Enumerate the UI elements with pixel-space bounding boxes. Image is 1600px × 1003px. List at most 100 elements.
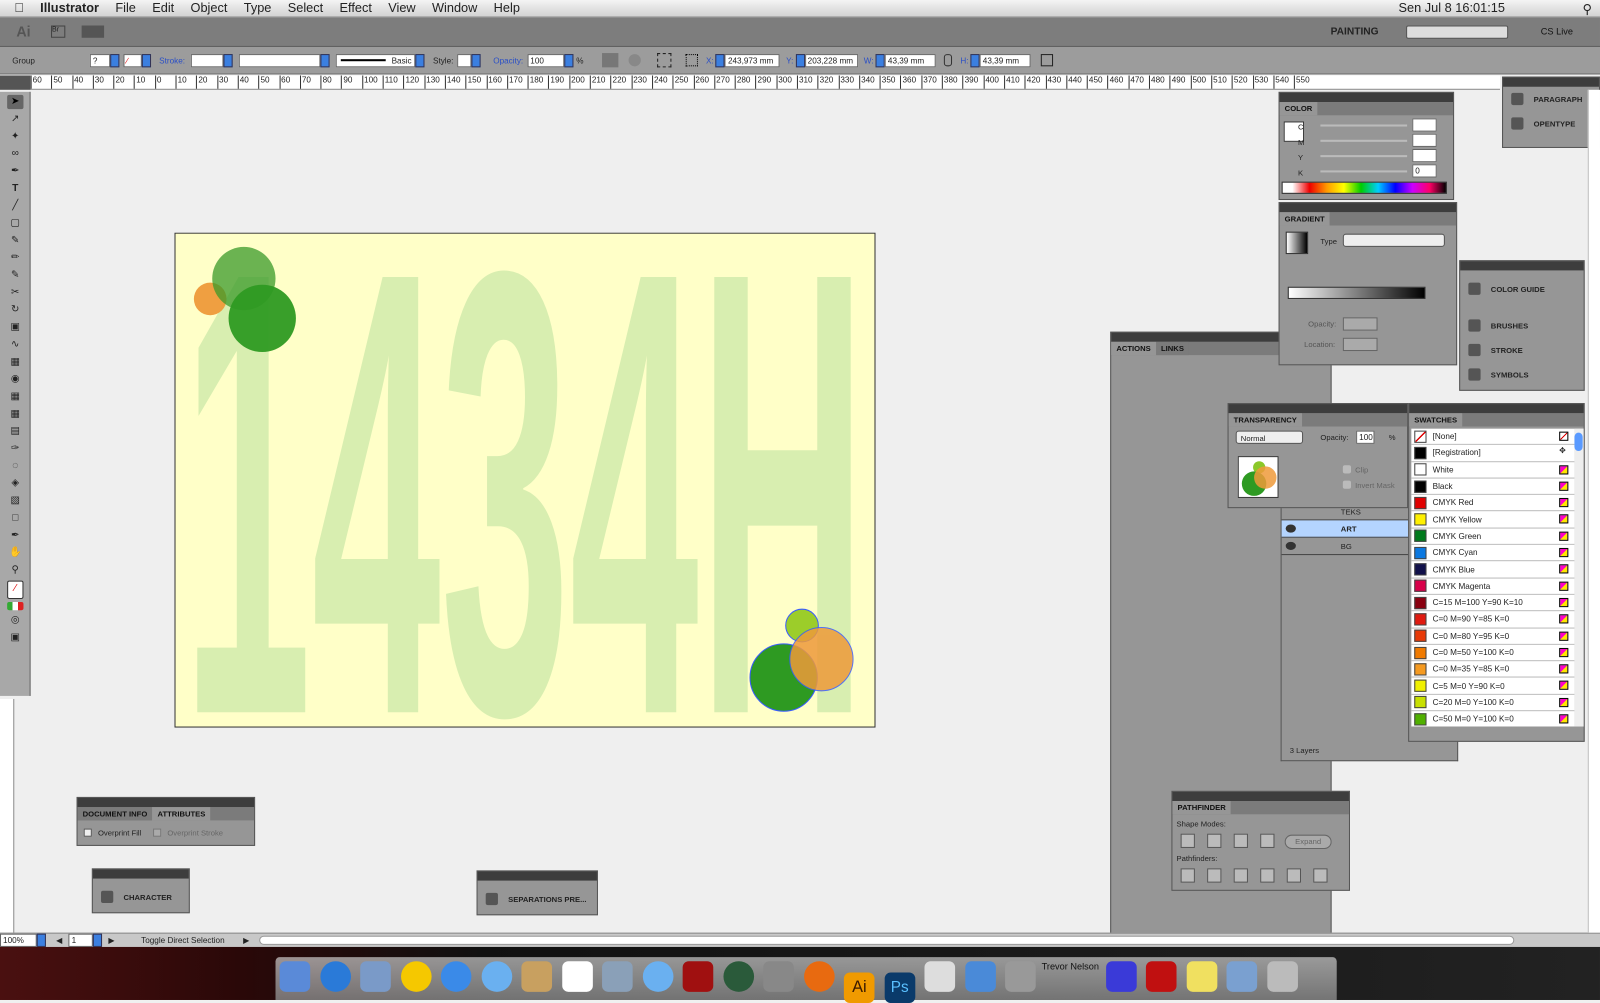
swatch-row[interactable]: CMYK Blue [1411, 561, 1575, 579]
eyedropper-tool[interactable]: ✑ [7, 442, 23, 456]
trash-icon[interactable] [1266, 961, 1298, 992]
outline-button[interactable] [1286, 868, 1302, 883]
direct-selection-tool[interactable]: ↗ [7, 112, 23, 126]
swatch-row[interactable]: C=0 M=50 Y=100 K=0 [1411, 644, 1575, 662]
artboard-nav-prev[interactable]: ◀ [56, 936, 62, 945]
time-machine-icon[interactable] [723, 961, 754, 992]
iphoto-icon[interactable] [602, 961, 633, 992]
paintbrush-tool[interactable]: ✎ [7, 234, 23, 248]
clip-checkbox[interactable] [1342, 465, 1352, 474]
draw-mode-icon[interactable]: ◎ [7, 613, 23, 627]
swatch-row[interactable]: CMYK Green [1411, 528, 1575, 545]
menu-edit[interactable]: Edit [144, 1, 182, 15]
finder-icon[interactable] [279, 961, 311, 992]
scissors-tool[interactable]: ✂ [7, 286, 23, 300]
attributes-tab[interactable]: ATTRIBUTES [152, 807, 211, 821]
swatch-row[interactable]: C=0 M=90 Y=85 K=0 [1411, 611, 1575, 629]
align-icon[interactable] [656, 53, 672, 68]
artboard-number[interactable]: 1 [68, 933, 94, 947]
ichat-icon[interactable] [481, 961, 512, 992]
color-tab[interactable]: COLOR [1279, 102, 1318, 116]
swatches-scrollbar[interactable] [1574, 428, 1584, 727]
y-slider[interactable] [1320, 155, 1408, 158]
m-slider[interactable] [1320, 139, 1408, 142]
menu-effect[interactable]: Effect [331, 1, 380, 15]
horizontal-ruler[interactable]: 60 50 40 30 20 10 0 10 20 30 40 50 60 70 80 90 100 110 120… [30, 75, 1500, 90]
warp-tool[interactable]: ∿ [7, 338, 23, 352]
x-field[interactable]: 243,973 mm [724, 53, 780, 67]
h-field[interactable]: 43,39 mm [979, 53, 1031, 67]
merge-button[interactable] [1233, 868, 1248, 883]
magic-wand-tool[interactable]: ✦ [7, 130, 23, 144]
links-tab[interactable]: LINKS [1155, 341, 1190, 356]
photoshop-icon[interactable]: Ps [884, 972, 916, 1003]
paragraph-panel-button[interactable]: PARAGRAPH [1503, 87, 1599, 111]
swatch-row[interactable]: CMYK Cyan [1411, 544, 1575, 562]
swatch-row[interactable]: CMYK Red [1411, 495, 1575, 512]
artboard-tool[interactable]: □ [7, 511, 23, 525]
trim-button[interactable] [1207, 868, 1222, 883]
arrange-documents-button[interactable] [81, 25, 105, 38]
swatch-row[interactable]: [None] [1411, 428, 1575, 446]
screen-mode-icon[interactable]: ▣ [7, 631, 23, 645]
slice-tool[interactable]: ✒ [7, 529, 23, 543]
minus-back-button[interactable] [1313, 868, 1328, 883]
artboard[interactable]: 1434H [174, 232, 876, 729]
character-panel-button[interactable]: CHARACTER [93, 885, 189, 909]
stroke-panel-button[interactable]: STROKE [1460, 338, 1583, 362]
expand-button[interactable]: Expand [1284, 834, 1332, 849]
document-info-tab[interactable]: DOCUMENT INFO [77, 807, 153, 821]
stroke-weight[interactable] [191, 53, 224, 67]
zoom-tool[interactable]: ⚲ [7, 563, 23, 577]
gradient-opacity-field[interactable] [1342, 317, 1378, 331]
rectangle-tool[interactable]: ▢ [7, 216, 23, 230]
constrain-proportions-icon[interactable] [944, 54, 953, 67]
vertical-ruler[interactable] [0, 698, 15, 934]
hand-tool[interactable]: ✋ [7, 546, 23, 560]
system-preferences-icon[interactable] [763, 961, 795, 992]
shape-builder-tool[interactable]: ◉ [7, 372, 23, 386]
swatch-row[interactable]: Black [1411, 478, 1575, 496]
crop-button[interactable] [1260, 868, 1275, 883]
pathfinder-tab[interactable]: PATHFINDER [1172, 801, 1231, 815]
gradient-tool[interactable]: ▤ [7, 424, 23, 438]
selection-tool[interactable]: ➤ [7, 94, 24, 110]
swatch-row[interactable]: C=5 M=0 Y=90 K=0 [1411, 678, 1575, 695]
w-field[interactable]: 43,39 mm [884, 53, 936, 67]
cs-live-button[interactable]: CS Live [1541, 27, 1573, 37]
swatch-row[interactable]: C=20 M=0 Y=100 K=0 [1411, 694, 1575, 712]
gradient-tab[interactable]: GRADIENT [1279, 212, 1330, 226]
swatch-row[interactable]: White [1411, 461, 1575, 479]
layer-row-art[interactable]: ART [1281, 520, 1410, 538]
transform-panel-icon[interactable] [1040, 54, 1054, 67]
opentype-panel-button[interactable]: OPENTYPE [1503, 111, 1599, 135]
color-spectrum[interactable] [1281, 181, 1447, 194]
stickies-icon[interactable] [1186, 961, 1217, 992]
m-field[interactable] [1412, 133, 1437, 147]
k-field[interactable]: 0 [1412, 164, 1437, 178]
brush-definition[interactable]: Basic [336, 53, 416, 67]
zoom-level[interactable]: 100% [0, 933, 37, 947]
fill-stroke-icon[interactable]: ∕ [7, 580, 24, 599]
mesh-tool[interactable]: ▦ [7, 407, 23, 421]
menu-file[interactable]: File [107, 1, 144, 15]
swatch-row[interactable]: C=0 M=35 Y=85 K=0 [1411, 661, 1575, 679]
clock[interactable]: Sen Jul 8 16:01:15 [1390, 1, 1513, 15]
menu-window[interactable]: Window [424, 1, 486, 15]
cube-app-icon[interactable] [1105, 961, 1137, 992]
spotlight-icon[interactable]: ⚲ [1574, 1, 1600, 16]
menu-view[interactable]: View [380, 1, 424, 15]
pencil-tool[interactable]: ✏ [7, 251, 23, 265]
swatch-row[interactable]: C=0 M=80 Y=95 K=0 [1411, 628, 1575, 645]
invert-mask-checkbox[interactable] [1342, 480, 1352, 489]
photo-booth-icon[interactable] [682, 961, 714, 992]
textedit-icon[interactable] [924, 961, 956, 992]
search-input[interactable] [1406, 25, 1509, 39]
horizontal-scrollbar[interactable] [259, 935, 1515, 945]
vertical-scrollbar[interactable] [1587, 89, 1600, 933]
adium-icon[interactable] [400, 961, 432, 992]
blend-tool[interactable]: ◌ [7, 459, 23, 473]
pen-tool[interactable]: ✒ [7, 164, 23, 178]
free-transform-tool[interactable]: ▦ [7, 355, 23, 369]
gradient-preview[interactable] [1285, 231, 1309, 255]
